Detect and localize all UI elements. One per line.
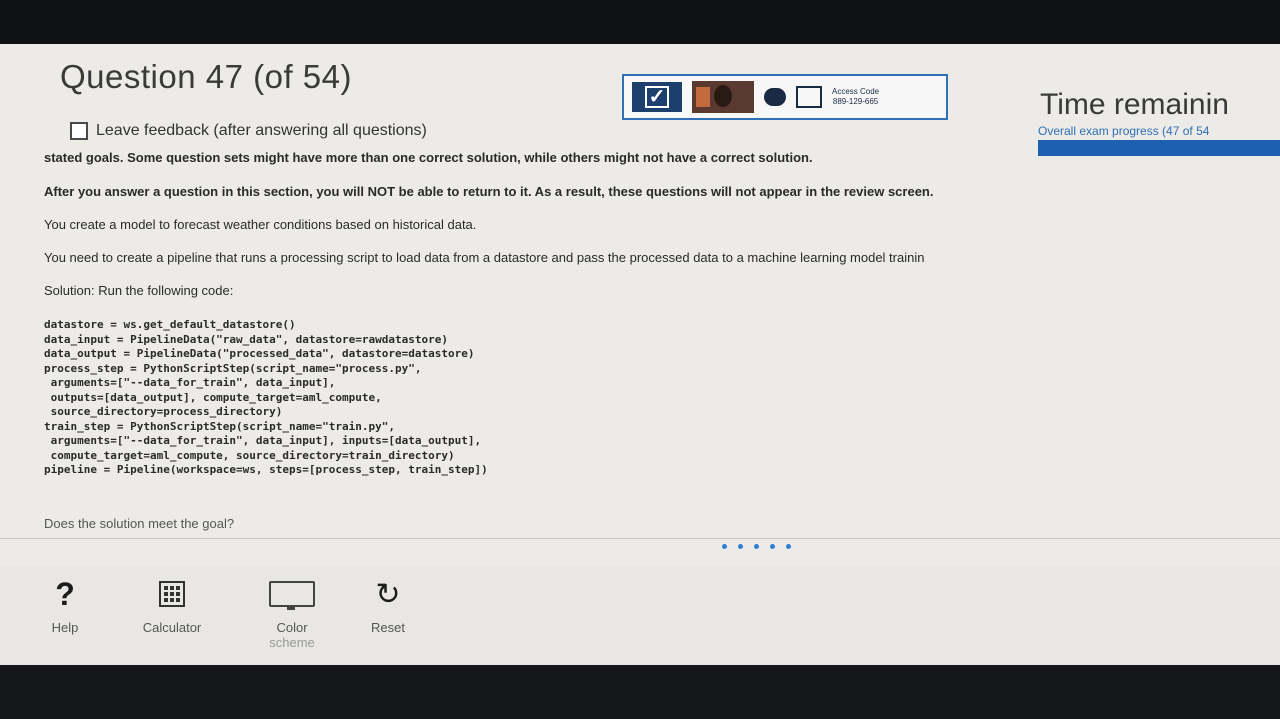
monitor-bezel-bottom: [0, 665, 1280, 719]
color-scheme-button[interactable]: Color scheme: [250, 576, 334, 650]
checkmark-icon[interactable]: ✓: [632, 82, 682, 112]
leave-feedback-checkbox[interactable]: Leave feedback (after answering all ques…: [70, 122, 427, 140]
solution-text: Solution: Run the following code:: [44, 283, 234, 298]
requirement-text: You need to create a pipeline that runs …: [44, 250, 925, 265]
instruction-text: stated goals. Some question sets might h…: [44, 150, 813, 165]
warning-text: After you answer a question in this sect…: [44, 184, 934, 199]
webcam-icon: [692, 81, 754, 113]
code-line: compute_target=aml_compute, source_direc…: [44, 448, 455, 462]
question-prompt: Does the solution meet the goal?: [44, 516, 235, 531]
question-content: stated goals. Some question sets might h…: [44, 146, 1274, 298]
code-line: process_step = PythonScriptStep(script_n…: [44, 361, 422, 375]
code-line: data_output = PipelineData("processed_da…: [44, 347, 475, 360]
code-line: arguments=["--data_for_train", data_inpu…: [44, 434, 482, 447]
help-button[interactable]: ? Help: [40, 575, 90, 636]
loading-dots: [722, 544, 791, 549]
access-code: Access Code 889-129-665: [832, 87, 880, 106]
exam-screen: Question 47 (of 54) Leave feedback (afte…: [0, 44, 1280, 666]
exam-progress-label: Overall exam progress (47 of 54: [1038, 124, 1210, 138]
code-line: data_input = PipelineData("raw_data", da…: [44, 332, 448, 346]
code-line: train_step = PythonScriptStep(script_nam…: [44, 419, 395, 433]
whiteboard-icon[interactable]: [796, 86, 822, 108]
reset-button[interactable]: ↻ Reset: [360, 576, 416, 636]
chat-icon[interactable]: [764, 88, 786, 106]
reset-icon: ↻: [375, 577, 401, 611]
scenario-text: You create a model to forecast weather c…: [44, 217, 477, 232]
page-title: Question 47 (of 54): [60, 58, 352, 95]
proctor-toolbar: ✓ Access Code 889-129-665: [622, 74, 948, 120]
divider: [0, 538, 1280, 539]
feedback-label: Leave feedback (after answering all ques…: [96, 122, 427, 139]
help-icon: ?: [55, 575, 75, 612]
time-remaining-label: Time remainin: [1040, 88, 1229, 121]
code-line: datastore = ws.get_default_datastore(): [44, 318, 296, 331]
monitor-icon: [269, 581, 315, 610]
code-line: pipeline = Pipeline(workspace=ws, steps=…: [44, 463, 488, 476]
code-block: datastore = ws.get_default_datastore() da…: [44, 318, 488, 478]
checkbox-icon[interactable]: [70, 122, 88, 140]
code-line: source_directory=process_directory): [44, 405, 283, 418]
calculator-button[interactable]: Calculator: [124, 576, 220, 635]
code-line: outputs=[data_output], compute_target=am…: [44, 390, 382, 404]
calculator-icon: [159, 581, 185, 607]
code-line: arguments=["--data_for_train", data_inpu…: [44, 376, 336, 389]
